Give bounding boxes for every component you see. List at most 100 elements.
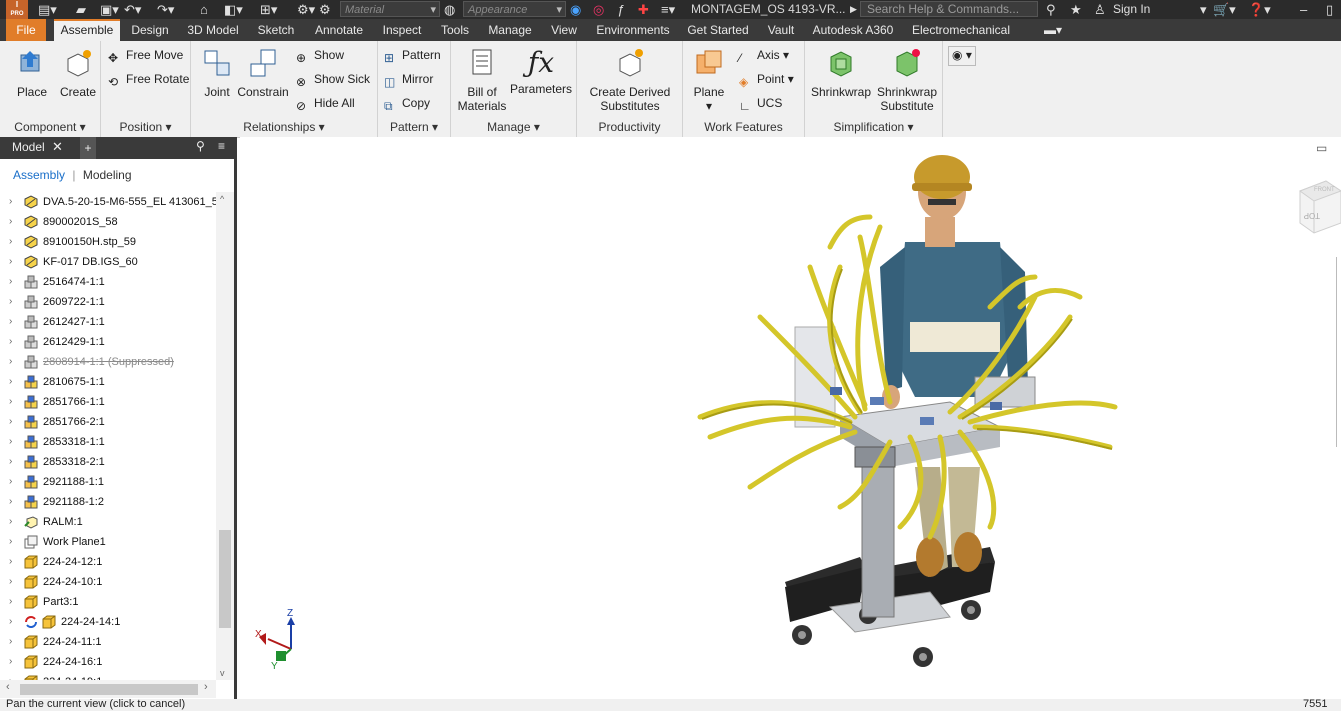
nav-bar-edge[interactable]: [1336, 257, 1341, 447]
mirror-button[interactable]: ◫ Mirror: [384, 69, 433, 89]
panel-title-position[interactable]: Position ▾: [101, 120, 190, 134]
tree-node[interactable]: › 89100150H.stp_59: [0, 232, 216, 252]
save-icon[interactable]: ▣▾: [100, 2, 119, 17]
search-icon[interactable]: ⚲: [196, 139, 205, 153]
plane-button[interactable]: Plane ▾: [687, 47, 731, 113]
tree-node[interactable]: › 2851766-1:1: [0, 392, 216, 412]
scroll-up-icon[interactable]: ^: [220, 194, 224, 204]
expand-chevron-icon[interactable]: ›: [9, 372, 12, 392]
chevron-down-icon[interactable]: ▾: [1200, 2, 1207, 17]
expand-chevron-icon[interactable]: ›: [9, 612, 12, 632]
tree-node[interactable]: › 2851766-2:1: [0, 412, 216, 432]
shrinkwrap-button[interactable]: Shrinkwrap: [809, 47, 873, 99]
tab-assemble[interactable]: Assemble: [54, 19, 120, 41]
tab-environments[interactable]: Environments: [590, 19, 676, 41]
close-icon[interactable]: ✕: [52, 139, 63, 155]
parameters-button[interactable]: ƒx Parameters: [509, 47, 573, 97]
show-sick-button[interactable]: ⊗ Show Sick: [296, 69, 370, 89]
fx-icon[interactable]: ƒ: [617, 2, 624, 17]
plus-icon[interactable]: ✚: [638, 2, 649, 17]
expand-chevron-icon[interactable]: ›: [9, 412, 12, 432]
expand-chevron-icon[interactable]: ›: [9, 492, 12, 512]
select-icon[interactable]: ⊞▾: [260, 2, 277, 17]
ucs-button[interactable]: ∟ UCS: [739, 93, 782, 113]
tree-node[interactable]: › 2921188-1:2: [0, 492, 216, 512]
tree-node[interactable]: › RALM:1: [0, 512, 216, 532]
tree-node[interactable]: › 224-24-12:1: [0, 552, 216, 572]
appearance-combo[interactable]: Appearance ▾: [463, 1, 566, 17]
search-help-input[interactable]: Search Help & Commands...: [860, 1, 1038, 17]
expand-chevron-icon[interactable]: ›: [9, 472, 12, 492]
tab-autodesk-a360[interactable]: Autodesk A360: [808, 19, 898, 41]
tab-file[interactable]: File: [6, 19, 46, 41]
tab-manage[interactable]: Manage: [482, 19, 538, 41]
app-logo[interactable]: I PRO: [6, 0, 28, 19]
menu-icon[interactable]: ≡: [218, 139, 225, 153]
tree-node[interactable]: › 2612429-1:1: [0, 332, 216, 352]
panel-options-icon[interactable]: ▬▾: [1036, 19, 1070, 41]
scroll-down-icon[interactable]: v: [220, 668, 225, 678]
expand-chevron-icon[interactable]: ›: [9, 272, 12, 292]
panel-title-component[interactable]: Component ▾: [0, 120, 100, 134]
expand-chevron-icon[interactable]: ›: [9, 592, 12, 612]
tab-inspect[interactable]: Inspect: [376, 19, 428, 41]
tree-vertical-scrollbar[interactable]: ^ v: [216, 192, 234, 680]
expand-chevron-icon[interactable]: ›: [9, 432, 12, 452]
expand-chevron-icon[interactable]: ›: [9, 572, 12, 592]
bill-of-materials-button[interactable]: Bill of Materials: [455, 47, 509, 113]
tree-node[interactable]: › 2516474-1:1: [0, 272, 216, 292]
hide-all-button[interactable]: ⊘ Hide All: [296, 93, 355, 113]
scroll-thumb[interactable]: [20, 684, 198, 695]
add-tab-icon[interactable]: +: [80, 137, 96, 159]
tree-node[interactable]: › 2609722-1:1: [0, 292, 216, 312]
copy-button[interactable]: ⧉ Copy: [384, 93, 430, 113]
settings-icon[interactable]: ⚙: [319, 2, 331, 17]
cart-icon[interactable]: 🛒▾: [1213, 2, 1236, 17]
customize-icon[interactable]: ≡▾: [661, 2, 675, 17]
return-icon[interactable]: ◧▾: [224, 2, 243, 17]
tab-view[interactable]: View: [542, 19, 586, 41]
ribbon-options-button[interactable]: ◉ ▾: [948, 46, 976, 66]
constrain-button[interactable]: Constrain: [237, 47, 289, 99]
tree-node[interactable]: › 224-24-19:1: [0, 672, 216, 680]
expand-chevron-icon[interactable]: ›: [9, 312, 12, 332]
minimize-view-icon[interactable]: ▭: [1316, 141, 1327, 155]
tree-node[interactable]: › 2921188-1:1: [0, 472, 216, 492]
expand-chevron-icon[interactable]: ›: [9, 252, 12, 272]
tree-node[interactable]: › 224-24-14:1: [0, 612, 216, 632]
view-cube[interactable]: TOP FRONT: [1292, 173, 1341, 241]
star-icon[interactable]: ★: [1070, 2, 1082, 17]
create-derived-substitutes-button[interactable]: Create Derived Substitutes: [583, 47, 677, 113]
tab-tools[interactable]: Tools: [432, 19, 478, 41]
tab-get-started[interactable]: Get Started: [682, 19, 754, 41]
tree-node[interactable]: › 2853318-2:1: [0, 452, 216, 472]
tab-electromechanical[interactable]: Electromechanical: [904, 19, 1018, 41]
panel-title-relationships[interactable]: Relationships ▾: [191, 120, 377, 134]
place-button[interactable]: Place: [10, 47, 54, 99]
tab-vault[interactable]: Vault: [758, 19, 804, 41]
joint-button[interactable]: Joint: [197, 47, 237, 99]
expand-chevron-icon[interactable]: ›: [9, 532, 12, 552]
tab-annotate[interactable]: Annotate: [306, 19, 372, 41]
tab-design[interactable]: Design: [124, 19, 176, 41]
tree-node[interactable]: › 224-24-10:1: [0, 572, 216, 592]
redo-icon[interactable]: ↷▾: [157, 2, 174, 17]
show-button[interactable]: ⊕ Show: [296, 45, 344, 65]
expand-chevron-icon[interactable]: ›: [9, 332, 12, 352]
free-move-button[interactable]: ✥ Free Move: [108, 45, 183, 65]
open-file-icon[interactable]: ▰: [76, 2, 86, 17]
tab-3d-model[interactable]: 3D Model: [180, 19, 246, 41]
point-button[interactable]: ◈ Point ▾: [739, 69, 794, 89]
tree-node[interactable]: › 224-24-16:1: [0, 652, 216, 672]
expand-chevron-icon[interactable]: ›: [9, 392, 12, 412]
scroll-right-icon[interactable]: ›: [204, 681, 208, 693]
home-icon[interactable]: ⌂: [200, 2, 208, 17]
tree-node[interactable]: › 224-24-11:1: [0, 632, 216, 652]
adjust-icon[interactable]: ◉: [570, 2, 581, 17]
panel-title-simplification[interactable]: Simplification ▾: [805, 120, 942, 134]
minimize-icon[interactable]: –: [1300, 2, 1307, 17]
assembly-3d-model[interactable]: [690, 147, 1130, 672]
tree-node[interactable]: › 2808914-1:1 (Suppressed): [0, 352, 216, 372]
tree-horizontal-scrollbar[interactable]: ‹ ›: [0, 680, 216, 698]
expand-chevron-icon[interactable]: ›: [9, 512, 12, 532]
